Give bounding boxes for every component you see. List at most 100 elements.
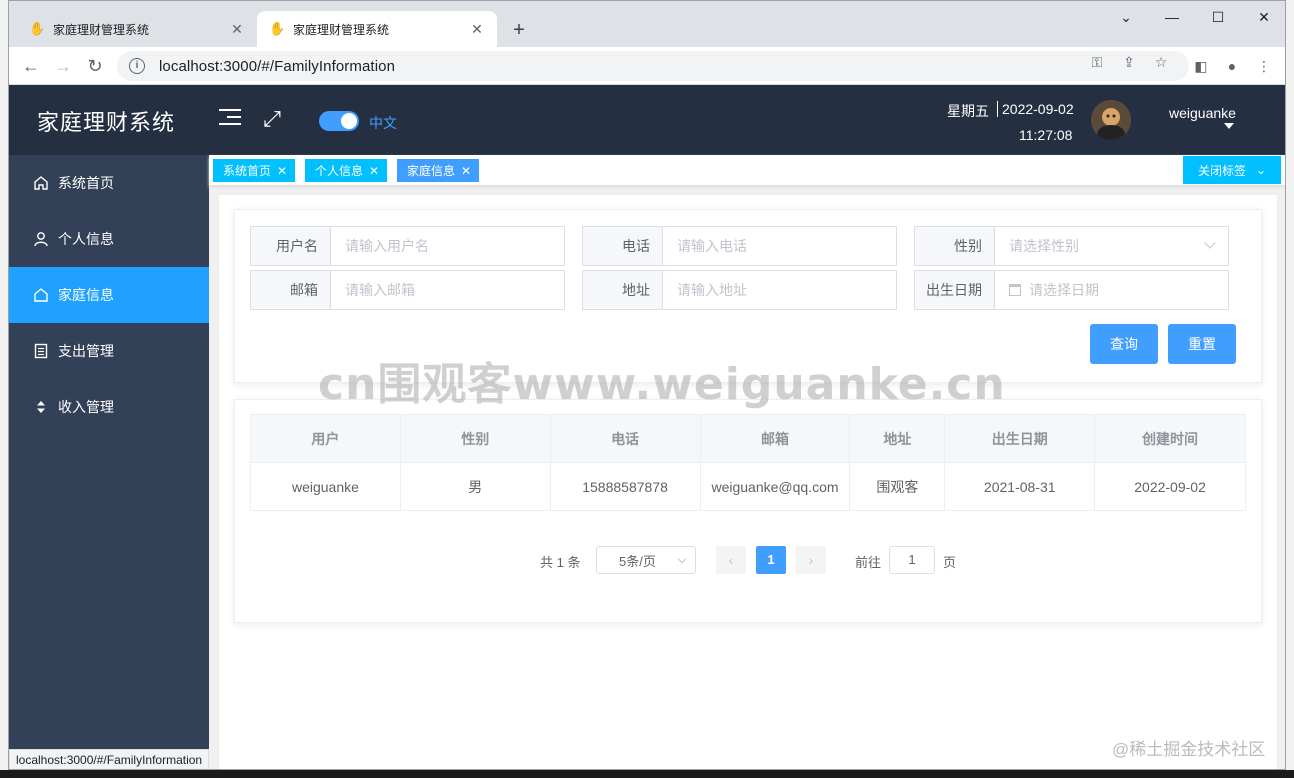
close-icon[interactable]: ✕ [461, 164, 471, 178]
browser-tab-title: 家庭理财管理系统 [53, 22, 150, 37]
chevron-down-icon [1204, 237, 1216, 249]
next-page-button[interactable]: › [796, 546, 826, 574]
close-window-button[interactable]: ✕ [1241, 5, 1285, 29]
prev-page-button[interactable]: ‹ [716, 546, 746, 574]
tag-personal[interactable]: 个人信息 ✕ [305, 159, 388, 182]
share-icon[interactable]: ⇪ [1121, 54, 1137, 70]
birthdate-picker[interactable]: 请选择日期 [995, 271, 1228, 309]
username-input[interactable]: 请输入用户名 [331, 227, 564, 265]
close-tab-icon[interactable]: ✕ [469, 21, 485, 37]
email-field[interactable]: 邮箱 请输入邮箱 [250, 270, 565, 310]
username-field[interactable]: 用户名 请输入用户名 [250, 226, 565, 266]
credit-text: @稀土掘金技术社区 [1112, 740, 1266, 759]
address-input[interactable]: 请输入地址 [663, 271, 896, 309]
column-header-created: 创建时间 [1094, 414, 1246, 463]
close-icon[interactable]: ✕ [277, 164, 287, 178]
browser-tab-1[interactable]: ✋ 家庭理财管理系统 ✕ [17, 11, 257, 47]
tag-home[interactable]: 系统首页 ✕ [213, 159, 296, 182]
close-tags-label: 关闭标签 [1197, 163, 1246, 178]
site-info-icon[interactable]: i [129, 58, 145, 74]
desktop-left-edge [0, 0, 8, 778]
pagination-total: 共 1 条 [540, 555, 581, 570]
email-label: 邮箱 [251, 271, 331, 309]
sidebar-item-home[interactable]: 系统首页 [9, 155, 209, 211]
page-size-select[interactable]: 5条/页 [596, 546, 696, 574]
table-cell: weiguanke@qq.com [699, 462, 851, 511]
key-icon[interactable]: ⚿ [1089, 54, 1105, 70]
forward-icon[interactable]: → [51, 54, 75, 78]
sidebar-item-label: 个人信息 [58, 231, 114, 247]
watermark-text: cn围观客www.weiguanke.cn [318, 359, 1006, 410]
tag-label: 个人信息 [315, 164, 364, 178]
table-row[interactable]: weiguanke 男 15888587878 weiguanke@qq.com… [250, 462, 1246, 511]
app-title: 家庭理财系统 [37, 110, 176, 135]
weekday-text: 星期五 [947, 103, 989, 119]
new-tab-button[interactable]: + [507, 19, 531, 43]
address-field[interactable]: 地址 请输入地址 [582, 270, 897, 310]
url-text[interactable]: localhost:3000/#/FamilyInformation [159, 58, 395, 75]
sort-icon [37, 401, 45, 413]
goto-page-input[interactable]: 1 [889, 546, 935, 574]
browser-tab-2[interactable]: ✋ 家庭理财管理系统 ✕ [257, 11, 497, 47]
page-size-value: 5条/页 [619, 553, 656, 569]
date-text: 2022-09-02 [997, 101, 1074, 117]
sidebar-item-expense[interactable]: 支出管理 [9, 323, 209, 379]
birthdate-field[interactable]: 出生日期 请选择日期 [914, 270, 1229, 310]
close-tab-icon[interactable]: ✕ [229, 21, 245, 37]
phone-field[interactable]: 电话 请输入电话 [582, 226, 897, 266]
gender-select[interactable]: 请选择性别 [995, 227, 1228, 265]
sidebar-item-family[interactable]: 家庭信息 [9, 267, 209, 323]
tags-bar: 系统首页 ✕ 个人信息 ✕ 家庭信息 ✕ 关闭标签 ⌄ [209, 155, 1285, 185]
menu-collapse-icon[interactable] [219, 109, 241, 127]
close-icon[interactable]: ✕ [369, 164, 379, 178]
query-button[interactable]: 查询 [1090, 324, 1158, 364]
phone-label: 电话 [583, 227, 663, 265]
tab-search-icon[interactable]: ⌄ [1103, 5, 1149, 29]
table-card: 用户 性别 电话 邮箱 地址 出生日期 创建时间 weiguanke 男 158… [234, 399, 1262, 623]
back-icon[interactable]: ← [19, 54, 43, 78]
address-bar[interactable]: i localhost:3000/#/FamilyInformation [117, 51, 1189, 81]
gender-placeholder: 请选择性别 [1009, 238, 1079, 254]
profile-icon[interactable]: ● [1222, 56, 1242, 76]
close-tags-button[interactable]: 关闭标签 ⌄ [1183, 156, 1281, 184]
address-label: 地址 [583, 271, 663, 309]
star-icon[interactable]: ☆ [1153, 54, 1169, 70]
data-table: 用户 性别 电话 邮箱 地址 出生日期 创建时间 weiguanke 男 158… [250, 414, 1246, 511]
avatar[interactable] [1091, 100, 1131, 140]
caret-down-icon[interactable] [1224, 123, 1234, 129]
sidebar-item-income[interactable]: 收入管理 [9, 379, 209, 435]
time-text: 11:27:08 [1019, 127, 1073, 143]
phone-input[interactable]: 请输入电话 [663, 227, 896, 265]
app-root: 家庭理财系统 ⤢ 中文 星期五 2022-09-02 11:27:08 weig… [9, 85, 1285, 769]
page-number-current[interactable]: 1 [756, 546, 786, 574]
column-header-gender: 性别 [399, 414, 551, 463]
menu-dots-icon[interactable]: ⋮ [1254, 56, 1274, 76]
fullscreen-icon[interactable]: ⤢ [261, 108, 283, 131]
pagination: 共 1 条 5条/页 ‹ 1 › 前往 1 页 [235, 546, 1261, 574]
sidebar-item-personal[interactable]: 个人信息 [9, 211, 209, 267]
tag-label: 家庭信息 [407, 164, 456, 178]
tag-family[interactable]: 家庭信息 ✕ [397, 159, 480, 182]
app-header: 家庭理财系统 ⤢ 中文 星期五 2022-09-02 11:27:08 weig… [9, 85, 1285, 155]
birthdate-placeholder: 请选择日期 [1029, 282, 1099, 298]
main-area: 系统首页 ✕ 个人信息 ✕ 家庭信息 ✕ 关闭标签 ⌄ 用户名 请输入用户名 电… [209, 155, 1285, 769]
reset-button[interactable]: 重置 [1168, 324, 1236, 364]
language-toggle[interactable] [319, 111, 359, 131]
reload-icon[interactable]: ↻ [83, 54, 107, 78]
content-panel: 用户名 请输入用户名 电话 请输入电话 性别 请选择性别 邮箱 请输入邮箱 地址… [219, 195, 1277, 769]
table-cell: 2021-08-31 [944, 462, 1096, 511]
username-label: 用户名 [251, 227, 331, 265]
table-cell: 男 [399, 462, 551, 511]
email-input[interactable]: 请输入邮箱 [331, 271, 564, 309]
maximize-button[interactable]: ☐ [1195, 5, 1241, 29]
username[interactable]: weiguanke [1169, 105, 1236, 121]
gender-field[interactable]: 性别 请选择性别 [914, 226, 1229, 266]
table-cell: 2022-09-02 [1094, 462, 1246, 511]
tag-label: 系统首页 [223, 164, 272, 178]
goto-suffix: 页 [943, 555, 957, 570]
column-header-address: 地址 [849, 414, 946, 463]
desktop-right-edge [1286, 0, 1294, 778]
sidebar-item-label: 系统首页 [58, 175, 114, 191]
side-panel-icon[interactable]: ◧ [1191, 56, 1211, 76]
minimize-button[interactable]: — [1149, 5, 1195, 29]
